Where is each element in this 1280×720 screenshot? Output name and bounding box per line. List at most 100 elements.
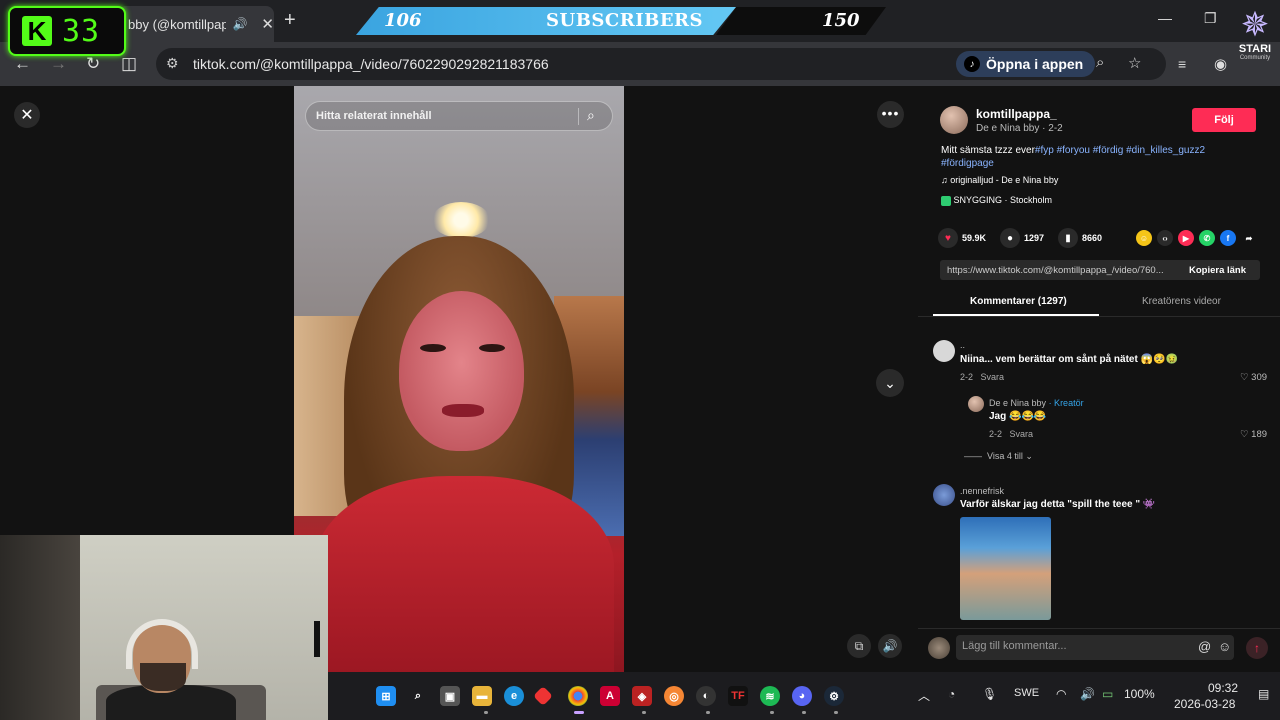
tab-comments[interactable]: Kommentarer (1297): [970, 296, 1067, 307]
reply-button[interactable]: Svara: [1010, 429, 1034, 439]
tray-app-icon[interactable]: ◔: [948, 687, 955, 701]
app-orange-icon[interactable]: ◎: [664, 686, 684, 706]
url-text[interactable]: tiktok.com/@komtillpappa_/video/76022902…: [193, 56, 549, 72]
hashtag[interactable]: #din_killes_guzz2: [1126, 145, 1205, 156]
video-player[interactable]: [294, 86, 624, 672]
app-diamond-icon[interactable]: [533, 686, 553, 706]
whatsapp-icon[interactable]: ✆: [1199, 230, 1215, 246]
comment-input[interactable]: Lägg till kommentar... @ ☺: [956, 635, 1234, 660]
open-in-app-button[interactable]: ♪ Öppna i appen: [956, 51, 1096, 77]
volume-tray-icon[interactable]: 🔊: [1080, 687, 1095, 701]
clock-time[interactable]: 09:32: [1208, 681, 1238, 695]
speaker-icon[interactable]: 🔊: [232, 17, 247, 31]
comment-avatar[interactable]: [933, 340, 955, 362]
save-action[interactable]: ▮ 8660: [1058, 228, 1102, 248]
search-icon[interactable]: ⌕: [587, 107, 595, 124]
share-icon[interactable]: ➦: [1241, 230, 1257, 246]
post-sound[interactable]: ♫ originalljud - De e Nina bby: [941, 175, 1058, 185]
facebook-icon[interactable]: f: [1220, 230, 1236, 246]
tab-close-icon[interactable]: ✕: [261, 15, 274, 33]
more-icon[interactable]: •••: [877, 101, 904, 128]
post-link[interactable]: https://www.tiktok.com/@komtillpappa_/vi…: [947, 265, 1164, 276]
browser-tab[interactable]: bby (@komtillpappa_ 🔊 ✕: [118, 6, 274, 42]
zoom-search-icon[interactable]: ⌕: [1096, 54, 1104, 71]
split-view-icon[interactable]: ◫: [121, 54, 137, 74]
picture-in-picture-icon[interactable]: ⧉: [847, 634, 871, 658]
author-avatar[interactable]: [940, 106, 968, 134]
bookmark-star-icon[interactable]: ☆: [1128, 54, 1141, 72]
minimize-button[interactable]: —: [1158, 10, 1172, 26]
hashtag[interactable]: #fördig: [1093, 145, 1124, 156]
mention-icon[interactable]: @: [1198, 639, 1211, 654]
send-icon[interactable]: ▶: [1178, 230, 1194, 246]
reply-likes[interactable]: ♡ 189: [1240, 429, 1267, 440]
kick-logo: K: [22, 16, 52, 46]
comment-likes[interactable]: ♡ 309: [1240, 372, 1267, 383]
chevron-down-icon[interactable]: ⌄: [876, 369, 904, 397]
microphone-icon[interactable]: 🎙: [982, 687, 997, 701]
comment-image[interactable]: [960, 517, 1051, 620]
new-tab-button[interactable]: +: [284, 9, 296, 32]
show-more-replies[interactable]: —— Visa 4 till ⌄: [964, 451, 1033, 462]
chrome-icon[interactable]: [568, 686, 588, 706]
reply-button[interactable]: Svara: [981, 372, 1005, 382]
music-note-icon: ♫: [941, 175, 948, 185]
emoji-share-icon[interactable]: ☺: [1136, 230, 1152, 246]
hashtag[interactable]: #foryou: [1057, 145, 1090, 156]
author-username[interactable]: komtillpappa_: [976, 107, 1057, 121]
tray-chevron-icon[interactable]: ︿: [918, 687, 930, 704]
keyboard-language[interactable]: SWE: [1014, 687, 1039, 699]
embed-icon[interactable]: ‹›: [1157, 230, 1173, 246]
file-explorer-icon[interactable]: ▬: [472, 686, 492, 706]
wifi-icon[interactable]: ◠: [1056, 687, 1066, 701]
comment-avatar[interactable]: [933, 484, 955, 506]
back-arrow-icon[interactable]: ←: [14, 54, 31, 74]
adobe-icon[interactable]: A: [600, 686, 620, 706]
profile-icon[interactable]: ◉: [1214, 55, 1227, 73]
like-action[interactable]: ♥ 59.9K: [938, 228, 986, 248]
subscriber-label: SUBSCRIBERS: [546, 10, 704, 31]
bookmark-icon[interactable]: ▮: [1058, 228, 1078, 248]
start-icon[interactable]: ⊞: [376, 686, 396, 706]
clock-date[interactable]: 2026-03-28: [1174, 697, 1235, 711]
restore-button[interactable]: ❐: [1204, 10, 1217, 27]
forward-arrow-icon[interactable]: →: [50, 54, 67, 74]
media-control-icon[interactable]: ≡: [1178, 56, 1186, 72]
emoji-icon[interactable]: ☺: [1218, 639, 1231, 654]
comment-action[interactable]: ● 1297: [1000, 228, 1044, 248]
taskbar-search-icon[interactable]: ⌕: [408, 686, 428, 706]
tab-divider: [918, 316, 1280, 317]
reply-avatar[interactable]: [968, 396, 984, 412]
notification-icon[interactable]: ▤: [1258, 687, 1269, 701]
comment-author[interactable]: .nennefrisk: [960, 486, 1004, 496]
send-comment-icon[interactable]: ↑: [1246, 637, 1268, 659]
follow-button[interactable]: Följ: [1192, 108, 1256, 132]
copy-link-button[interactable]: Kopiera länk: [1189, 265, 1246, 276]
reload-icon[interactable]: ↻: [86, 54, 100, 74]
shield-icon[interactable]: ◈: [632, 686, 652, 706]
discord-icon[interactable]: ◕: [792, 686, 812, 706]
battery-percent[interactable]: 100%: [1124, 687, 1155, 701]
obs-icon[interactable]: ◐: [696, 686, 716, 706]
comment-author[interactable]: ..: [960, 340, 965, 350]
reply-author[interactable]: De e Nina bby · Kreatör: [989, 398, 1084, 408]
close-icon[interactable]: ✕: [14, 102, 40, 128]
volume-icon[interactable]: 🔊: [878, 634, 902, 658]
steam-icon[interactable]: ⚙: [824, 686, 844, 706]
url-field[interactable]: ⚙ tiktok.com/@komtillpappa_/video/760229…: [156, 48, 1166, 80]
search-divider: [578, 108, 579, 125]
spotify-icon[interactable]: ≋: [760, 686, 780, 706]
hashtag[interactable]: #fördigpage: [941, 158, 994, 169]
related-search-box[interactable]: Hitta relaterat innehåll ⌕: [305, 101, 613, 131]
comment-meta: 2-2 Svara: [960, 372, 1004, 382]
heart-icon[interactable]: ♥: [938, 228, 958, 248]
task-view-icon[interactable]: ▣: [440, 686, 460, 706]
battery-icon[interactable]: ▭: [1102, 687, 1113, 701]
hashtag[interactable]: #fyp: [1035, 145, 1054, 156]
edge-icon[interactable]: e: [504, 686, 524, 706]
site-info-icon[interactable]: ⚙: [166, 55, 179, 72]
tab-creator-videos[interactable]: Kreatörens videor: [1142, 296, 1221, 307]
post-location[interactable]: SNYGGING · Stockholm: [941, 195, 1052, 206]
tf-icon[interactable]: TF: [728, 686, 748, 706]
comment-icon[interactable]: ●: [1000, 228, 1020, 248]
